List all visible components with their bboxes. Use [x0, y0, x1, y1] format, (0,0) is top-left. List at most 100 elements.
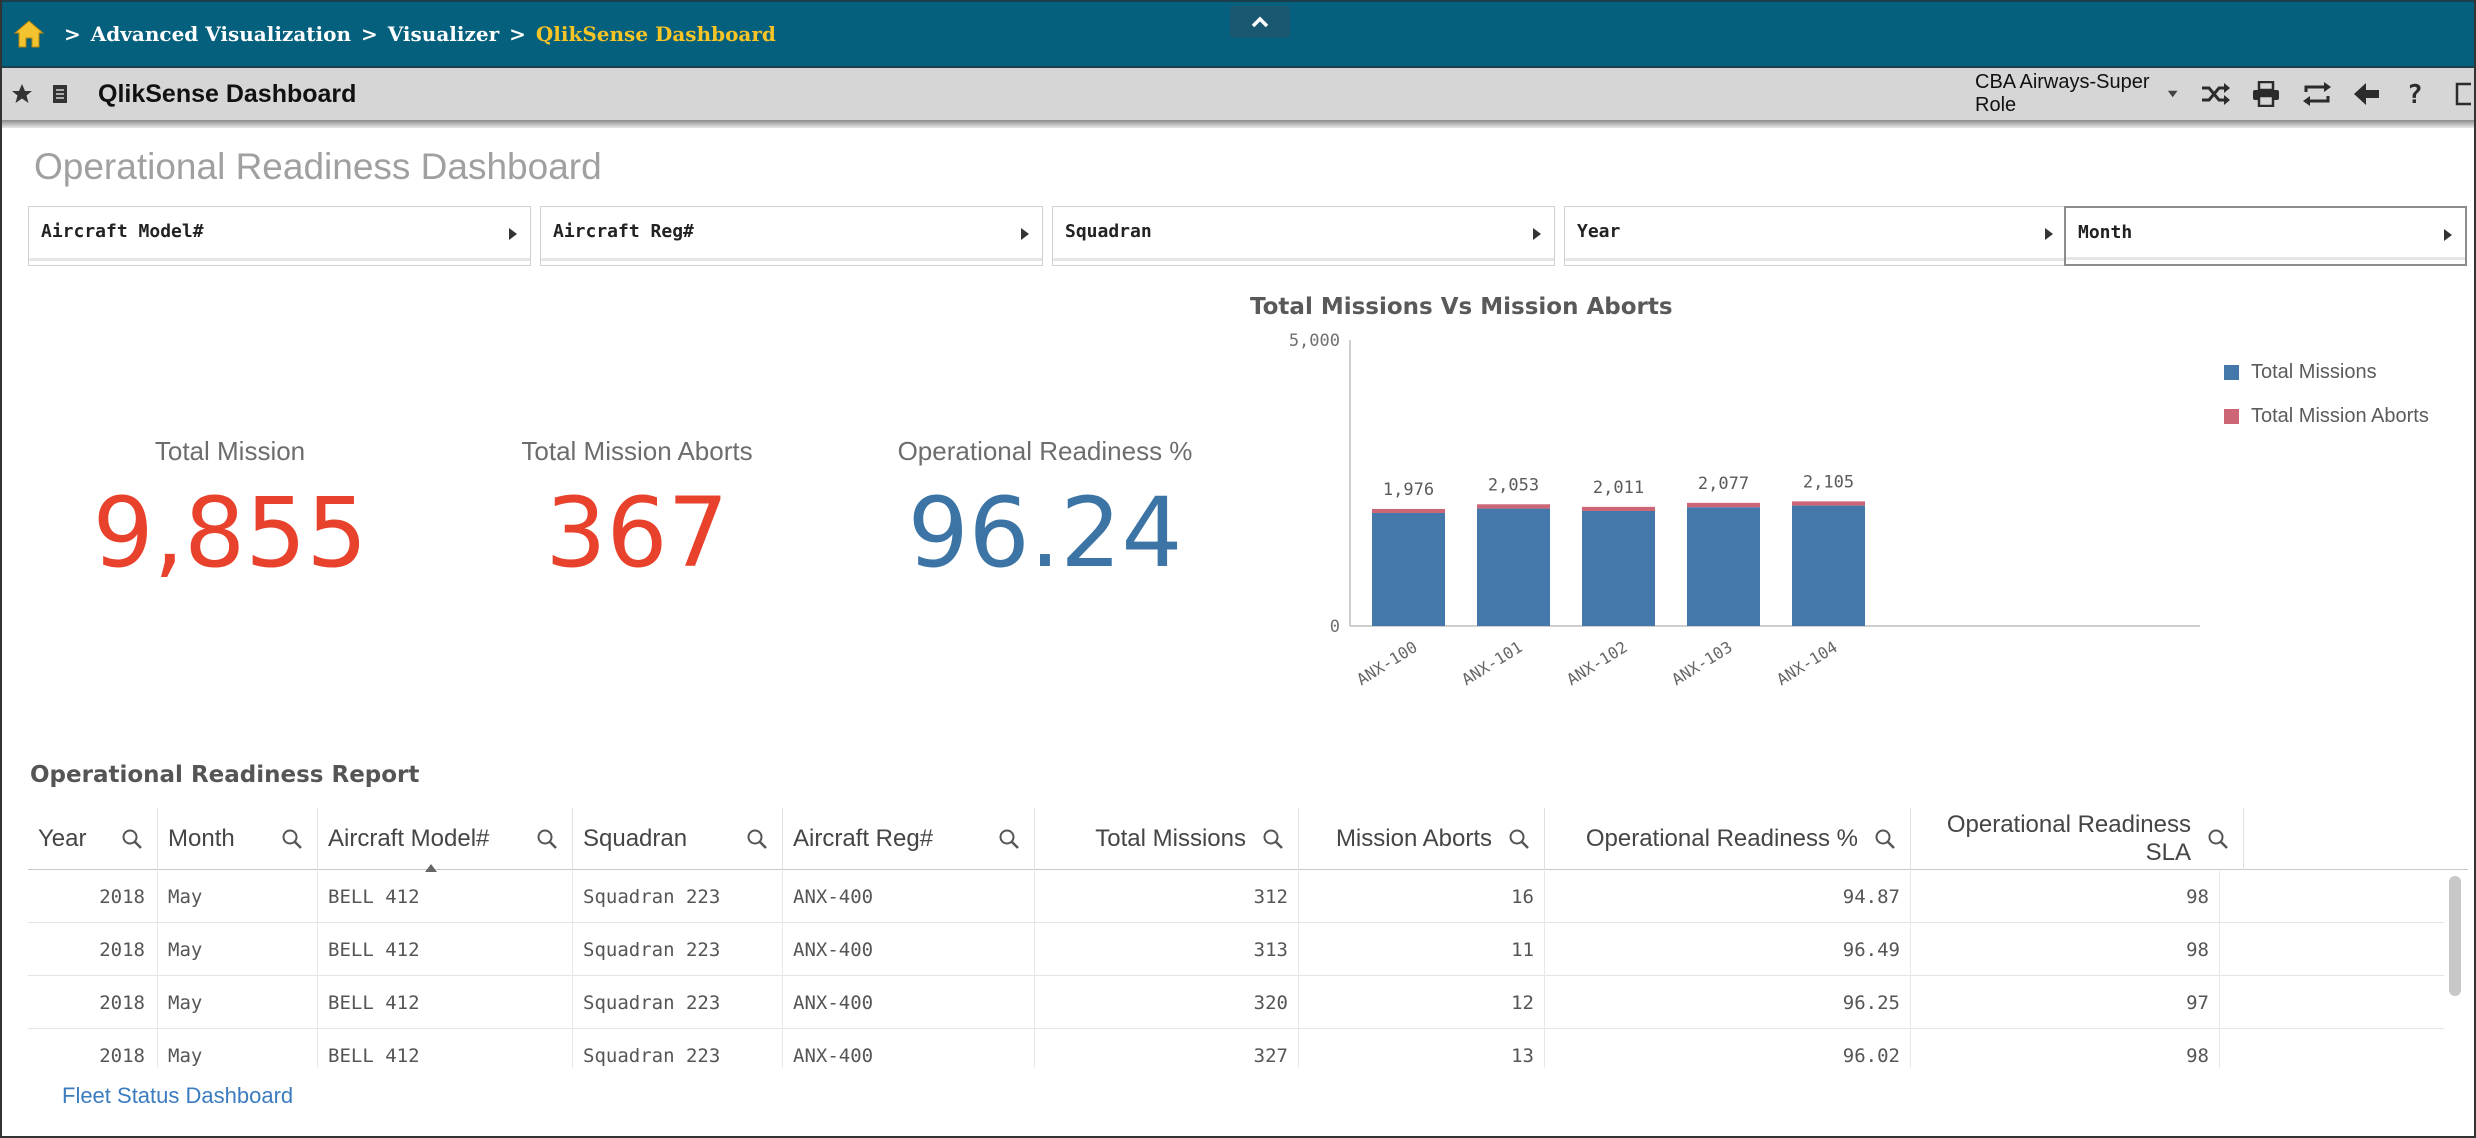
column-header[interactable]: Aircraft Model# [318, 808, 573, 870]
table-cell: 13 [1299, 1029, 1545, 1068]
search-icon[interactable] [1874, 828, 1896, 850]
kpi-value: 9,855 [92, 477, 368, 589]
column-header[interactable]: Aircraft Reg# [783, 808, 1035, 870]
breadcrumb: > Advanced Visualization > Visualizer > … [54, 22, 776, 46]
filter-month[interactable]: Month [2064, 206, 2467, 266]
table-cell: 98 [1911, 870, 2220, 923]
caret-right-icon [2045, 228, 2053, 240]
table-cell: BELL 412 [318, 1029, 573, 1068]
table-cell: ANX-400 [783, 976, 1035, 1029]
bar-data-label: 1,976 [1383, 480, 1434, 500]
column-header-label: Aircraft Reg# [793, 825, 934, 852]
x-tick-label: ANX-100 [1353, 637, 1420, 689]
breadcrumb-current: QlikSense Dashboard [535, 22, 776, 46]
kpi-label: Total Mission [154, 436, 306, 466]
table-row[interactable]: 2018 May BELL 412 Squadran 223 ANX-400 327 13 9… [28, 1029, 2444, 1068]
caret-right-icon [1021, 228, 1029, 240]
search-icon[interactable] [1262, 828, 1284, 850]
table-cell: 96.25 [1545, 976, 1911, 1029]
column-header[interactable]: Total Missions [1035, 808, 1299, 870]
chevron-up-icon [1251, 16, 1269, 28]
bar-data-label: 2,011 [1593, 478, 1644, 498]
filter-year[interactable]: Year [1564, 206, 2067, 266]
table-cell: Squadran 223 [573, 1029, 783, 1068]
table-row[interactable]: 2018 May BELL 412 Squadran 223 ANX-400 312 16 9… [28, 870, 2444, 923]
search-icon[interactable] [998, 828, 1020, 850]
table-row[interactable]: 2018 May BELL 412 Squadran 223 ANX-400 313 11 9… [28, 923, 2444, 976]
table-cell: 2018 [28, 1029, 158, 1068]
search-icon[interactable] [536, 828, 558, 850]
filter-label: Squadran [1065, 221, 1152, 242]
y-tick-label: 5,000 [1289, 331, 1340, 351]
role-selector[interactable]: CBA Airways-Super Role [1975, 71, 2155, 117]
bar-data-label: 2,077 [1698, 474, 1749, 494]
filter-aircraft-reg[interactable]: Aircraft Reg# [540, 206, 1043, 266]
sync-icon[interactable] [2302, 79, 2332, 109]
table-cell: 11 [1299, 923, 1545, 976]
filter-label: Year [1577, 221, 1621, 242]
column-header-label: Year [38, 825, 87, 852]
caret-right-icon [509, 228, 517, 240]
filter-bar-indicator [541, 258, 1042, 261]
search-icon[interactable] [2207, 828, 2229, 850]
bar-data-label: 2,053 [1488, 475, 1539, 495]
table-row[interactable]: 2018 May BELL 412 Squadran 223 ANX-400 320 12 9… [28, 976, 2444, 1029]
legend-swatch [2224, 408, 2239, 424]
breadcrumb-separator: > [64, 22, 81, 46]
filter-squadran[interactable]: Squadran [1052, 206, 1555, 266]
column-header[interactable]: Month [158, 808, 318, 870]
column-header-label: Aircraft Model# [328, 825, 490, 852]
column-header-label: Operational Readiness SLA [1946, 811, 2191, 866]
chart-title: Total Missions Vs Mission Aborts [1250, 294, 1673, 320]
legend-item-total-mission-aborts[interactable]: Total Mission Aborts [2224, 394, 2429, 438]
bar-total-missions [1582, 510, 1655, 626]
scrollbar-thumb[interactable] [2449, 876, 2461, 996]
search-icon[interactable] [281, 828, 303, 850]
table-cell: Squadran 223 [573, 923, 783, 976]
x-tick-label: ANX-102 [1563, 637, 1630, 689]
x-tick-label: ANX-103 [1668, 637, 1735, 689]
column-header[interactable]: Year [28, 808, 158, 870]
bar-data-label: 2,105 [1803, 472, 1854, 492]
print-icon[interactable] [2252, 79, 2280, 109]
shuffle-icon[interactable] [2200, 79, 2231, 109]
breadcrumb-item-visualizer[interactable]: Visualizer [388, 22, 499, 46]
caret-down-icon[interactable] [2167, 89, 2178, 99]
column-header-label: Squadran [583, 825, 688, 852]
table-cell: 16 [1299, 870, 1545, 923]
legend-label: Total Missions [2251, 360, 2377, 383]
search-icon[interactable] [121, 828, 143, 850]
table-cell: May [158, 870, 318, 923]
column-header[interactable]: Squadran [573, 808, 783, 870]
filter-aircraft-model[interactable]: Aircraft Model# [28, 206, 531, 266]
filter-bar-indicator [1053, 258, 1554, 261]
page-title: QlikSense Dashboard [98, 79, 357, 108]
window-icon[interactable] [2450, 79, 2476, 109]
table-cell: 2018 [28, 923, 158, 976]
search-icon[interactable] [746, 828, 768, 850]
x-tick-label: ANX-101 [1458, 637, 1525, 689]
caret-right-icon [2444, 229, 2452, 241]
collapse-header-button[interactable] [1230, 6, 1290, 38]
fleet-status-dashboard-link[interactable]: Fleet Status Dashboard [62, 1083, 293, 1109]
favorite-star-icon[interactable] [10, 82, 34, 106]
table-cell: BELL 412 [318, 870, 573, 923]
help-icon[interactable]: ? [2402, 79, 2428, 109]
sort-ascending-icon[interactable] [425, 864, 437, 872]
back-arrow-icon[interactable] [2354, 79, 2380, 109]
table-scrollbar[interactable] [2444, 870, 2468, 1068]
home-icon[interactable] [14, 19, 44, 49]
breadcrumb-item-advanced-visualization[interactable]: Advanced Visualization [91, 22, 351, 46]
column-header[interactable]: Operational Readiness SLA [1911, 808, 2244, 870]
legend-item-total-missions[interactable]: Total Missions [2224, 350, 2429, 394]
table-cell: May [158, 976, 318, 1029]
bar-total-missions [1477, 508, 1550, 626]
table-cell: 320 [1035, 976, 1299, 1029]
column-header[interactable]: Operational Readiness % [1545, 808, 1911, 870]
table-cell: May [158, 923, 318, 976]
table-cell: 327 [1035, 1029, 1299, 1068]
column-header[interactable]: Mission Aborts [1299, 808, 1545, 870]
search-icon[interactable] [1508, 828, 1530, 850]
dashboard-toolbar: QlikSense Dashboard CBA Airways-Super Ro… [0, 68, 2476, 120]
table-cell: 96.49 [1545, 923, 1911, 976]
